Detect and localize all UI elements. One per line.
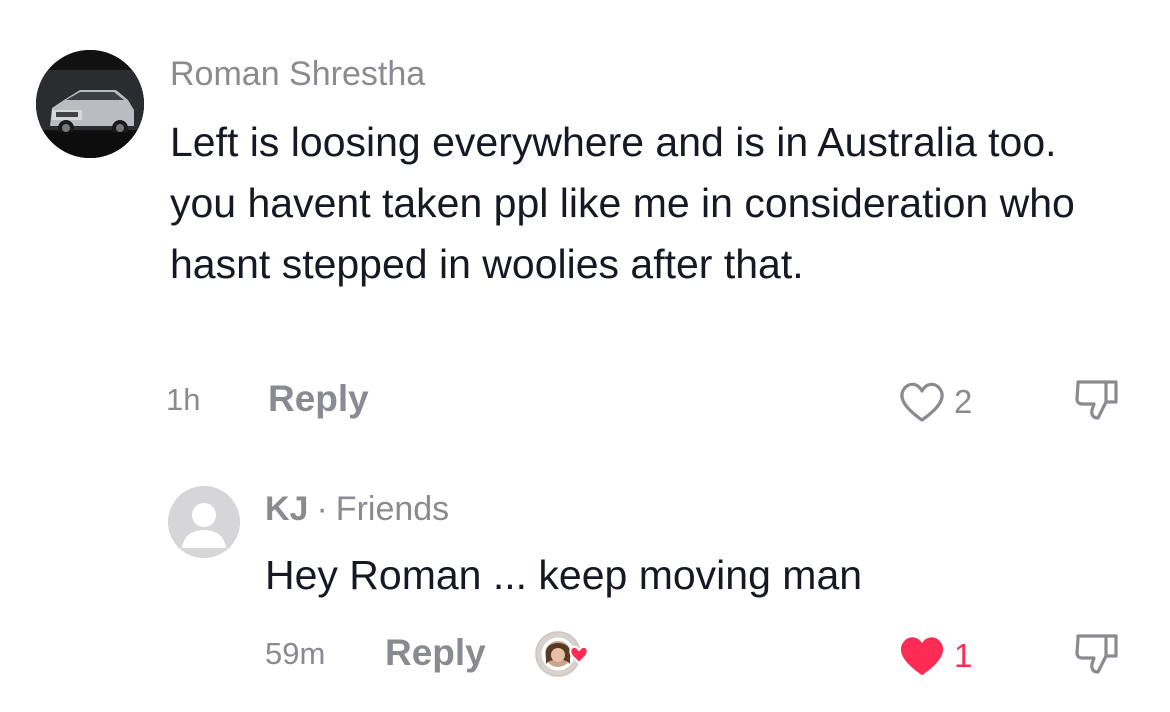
user-avatar[interactable]	[168, 486, 240, 558]
comment-item: Roman Shrestha Left is loosing everywher…	[0, 0, 1170, 440]
like-count: 1	[954, 637, 973, 674]
reply-button[interactable]: Reply	[268, 378, 369, 420]
heart-filled-icon	[900, 637, 944, 675]
reply-username-line: KJ · Friends	[265, 490, 449, 529]
user-avatar[interactable]	[36, 50, 144, 158]
reply-text: Hey Roman ... keep moving man	[265, 552, 863, 598]
default-user-icon	[168, 486, 240, 558]
comment-actions: 1h Reply 2	[0, 376, 1170, 426]
comment-username[interactable]: Roman Shrestha	[170, 55, 425, 94]
reply-button[interactable]: Reply	[385, 632, 486, 674]
like-button[interactable]: 2	[896, 378, 972, 426]
creator-avatar-icon	[535, 631, 589, 677]
dislike-button[interactable]	[1072, 630, 1124, 678]
creator-liked-badge	[530, 628, 600, 682]
relationship-label: Friends	[335, 490, 450, 528]
thumbs-down-icon	[1075, 380, 1118, 420]
reply-actions: 59m Reply 1	[0, 630, 1170, 680]
reply-username[interactable]: KJ	[265, 490, 308, 528]
car-icon	[36, 50, 144, 158]
like-button[interactable]: 1	[896, 632, 972, 680]
reply-item: KJ · Friends Hey Roman ... keep moving man…	[0, 440, 1170, 712]
separator-dot: ·	[316, 490, 328, 528]
comment-text: Left is loosing everywhere and is in Aus…	[170, 119, 1075, 287]
heart-outline-icon	[900, 382, 944, 422]
thumbs-down-icon	[1075, 634, 1118, 674]
reply-timestamp: 59m	[265, 636, 326, 671]
dislike-button[interactable]	[1072, 376, 1124, 424]
like-count: 2	[954, 383, 973, 420]
comment-timestamp: 1h	[166, 382, 201, 417]
